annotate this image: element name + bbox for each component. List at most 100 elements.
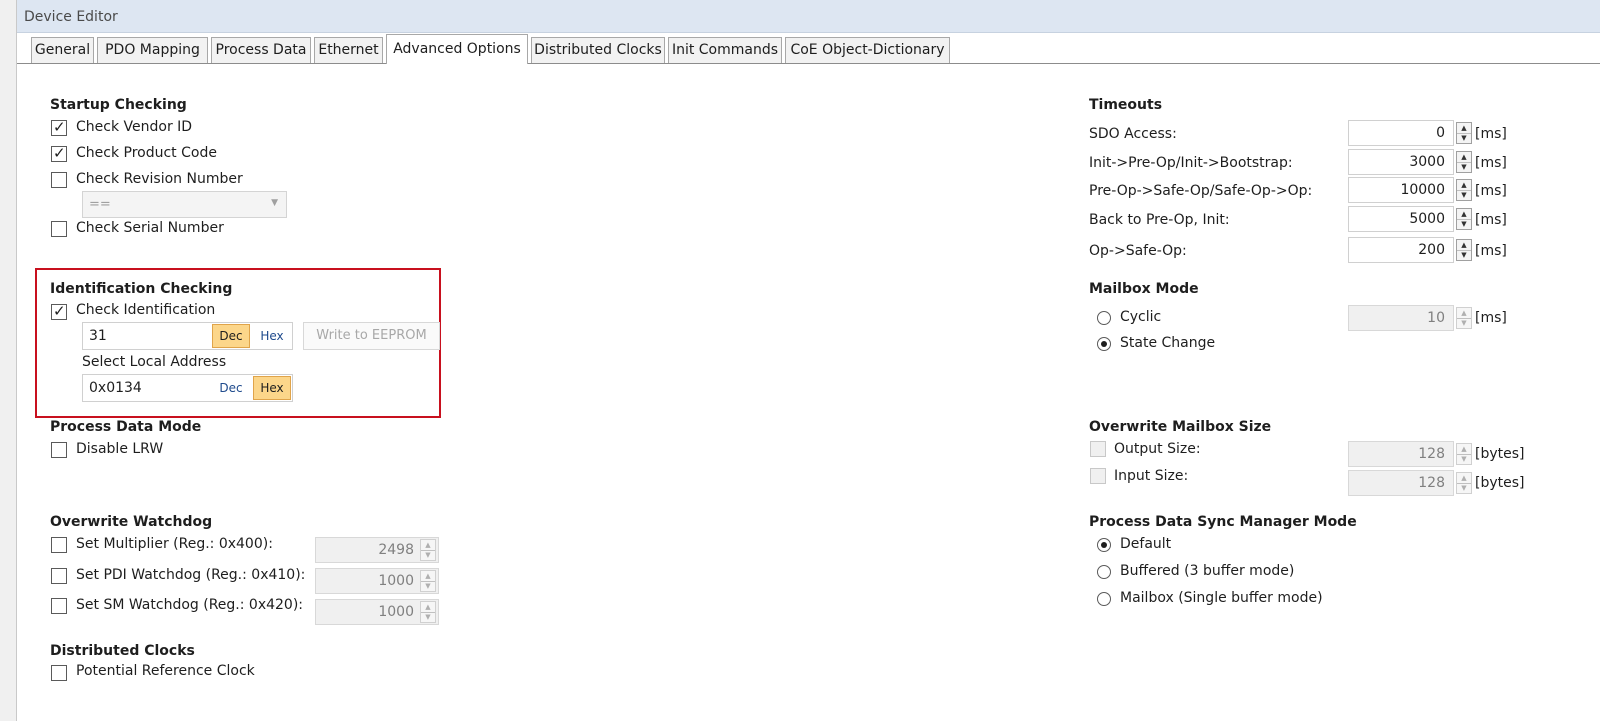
pdi-watchdog-spinner[interactable]: ▲ ▼ — [420, 570, 436, 592]
input-size-checkbox[interactable] — [1090, 468, 1106, 484]
check-product-code-label: Check Product Code — [76, 145, 217, 161]
revision-compare-select[interactable]: == ▼ — [82, 191, 287, 218]
radio-selected-dot — [1101, 341, 1107, 347]
spin-down-icon: ▼ — [1461, 163, 1467, 171]
cyclic-time-input[interactable]: 10 — [1348, 305, 1454, 331]
disable-lrw-label: Disable LRW — [76, 441, 164, 457]
spin-down-icon: ▼ — [1461, 251, 1467, 259]
spin-down-icon: ▼ — [425, 613, 431, 621]
identification-value-field[interactable]: 31 Dec Hex — [82, 322, 293, 350]
output-size-checkbox[interactable] — [1090, 441, 1106, 457]
spin-down-icon: ▼ — [1461, 455, 1467, 463]
preop-safeop-input[interactable]: 10000 — [1348, 177, 1454, 203]
back-preop-input[interactable]: 5000 — [1348, 206, 1454, 232]
tab-init-commands[interactable]: Init Commands — [668, 37, 782, 63]
tab-distributed-clocks[interactable]: Distributed Clocks — [531, 37, 665, 63]
radio-selected-dot — [1101, 542, 1107, 548]
tab-process-data[interactable]: Process Data — [211, 37, 311, 63]
write-to-eeprom-button[interactable]: Write to EEPROM — [303, 322, 440, 350]
check-revision-number-checkbox[interactable] — [51, 172, 67, 188]
multiplier-input[interactable]: 2498 ▲ ▼ — [315, 537, 439, 563]
spin-down-icon: ▼ — [1461, 191, 1467, 199]
preop-safeop-value: 10000 — [1400, 182, 1445, 198]
potential-reference-clock-checkbox[interactable] — [51, 665, 67, 681]
tab-pdo-mapping[interactable]: PDO Mapping — [97, 37, 208, 63]
check-vendor-id-checkbox[interactable]: ✓ — [51, 118, 67, 136]
spin-down-icon: ▼ — [1461, 220, 1467, 228]
disable-lrw-checkbox[interactable] — [51, 442, 67, 458]
startup-checking-header: Startup Checking — [50, 97, 187, 113]
local-address-value: 0x0134 — [89, 380, 142, 396]
set-pdi-watchdog-label: Set PDI Watchdog (Reg.: 0x410): — [76, 567, 306, 583]
back-preop-unit: [ms] — [1475, 212, 1507, 228]
back-preop-spinner[interactable]: ▲ ▼ — [1456, 208, 1472, 230]
hex-button[interactable]: Hex — [253, 376, 291, 400]
op-safeop-spinner[interactable]: ▲ ▼ — [1456, 239, 1472, 261]
op-safeop-value: 200 — [1418, 242, 1445, 258]
window-title: Device Editor — [24, 9, 118, 25]
buffered-label: Buffered (3 buffer mode) — [1120, 563, 1295, 579]
cyclic-label: Cyclic — [1120, 309, 1162, 325]
pdi-watchdog-input[interactable]: 1000 ▲ ▼ — [315, 568, 439, 594]
mailbox-single-buffer-radio[interactable] — [1097, 592, 1111, 606]
tab-ethernet[interactable]: Ethernet — [314, 37, 383, 63]
op-safeop-input[interactable]: 200 — [1348, 237, 1454, 263]
set-pdi-watchdog-checkbox[interactable] — [51, 568, 67, 584]
process-data-mode-header: Process Data Mode — [50, 419, 202, 435]
set-multiplier-checkbox[interactable] — [51, 537, 67, 553]
sdo-access-label: SDO Access: — [1089, 126, 1177, 142]
input-size-input[interactable]: 128 — [1348, 470, 1454, 496]
init-preop-unit: [ms] — [1475, 155, 1507, 171]
spin-down-icon: ▼ — [425, 551, 431, 559]
output-size-spinner[interactable]: ▲ ▼ — [1456, 443, 1472, 465]
left-splitter — [0, 0, 17, 721]
sdo-access-value: 0 — [1436, 125, 1445, 141]
overwrite-mailbox-size-header: Overwrite Mailbox Size — [1089, 419, 1272, 435]
mailbox-single-buffer-label: Mailbox (Single buffer mode) — [1120, 590, 1323, 606]
state-change-radio[interactable] — [1097, 337, 1111, 351]
init-preop-label: Init->Pre-Op/Init->Bootstrap: — [1089, 155, 1293, 171]
init-preop-input[interactable]: 3000 — [1348, 149, 1454, 175]
tab-general[interactable]: General — [31, 37, 94, 63]
set-sm-watchdog-checkbox[interactable] — [51, 598, 67, 614]
default-radio[interactable] — [1097, 538, 1111, 552]
identification-checking-header: Identification Checking — [50, 281, 233, 297]
op-safeop-unit: [ms] — [1475, 243, 1507, 259]
check-identification-checkbox[interactable]: ✓ — [51, 302, 67, 320]
cyclic-time-unit: [ms] — [1475, 310, 1507, 326]
tab-coe-object-dictionary[interactable]: CoE Object-Dictionary — [785, 37, 950, 63]
sdo-access-spinner[interactable]: ▲ ▼ — [1456, 122, 1472, 144]
init-preop-spinner[interactable]: ▲ ▼ — [1456, 151, 1472, 173]
buffered-radio[interactable] — [1097, 565, 1111, 579]
output-size-unit: [bytes] — [1475, 446, 1525, 462]
check-serial-number-checkbox[interactable] — [51, 221, 67, 237]
input-size-label: Input Size: — [1114, 468, 1189, 484]
multiplier-spinner[interactable]: ▲ ▼ — [420, 539, 436, 561]
sdo-access-input[interactable]: 0 — [1348, 120, 1454, 146]
mailbox-mode-header: Mailbox Mode — [1089, 281, 1199, 297]
output-size-input[interactable]: 128 — [1348, 441, 1454, 467]
tab-advanced-options[interactable]: Advanced Options — [386, 34, 528, 64]
input-size-spinner[interactable]: ▲ ▼ — [1456, 472, 1472, 494]
dec-button[interactable]: Dec — [212, 376, 250, 400]
output-size-value: 128 — [1418, 446, 1445, 462]
hex-button[interactable]: Hex — [253, 324, 291, 348]
spin-down-icon: ▼ — [1461, 134, 1467, 142]
distributed-clocks-header: Distributed Clocks — [50, 643, 195, 659]
cyclic-radio[interactable] — [1097, 311, 1111, 325]
spin-down-icon: ▼ — [1461, 319, 1467, 327]
cyclic-time-value: 10 — [1427, 310, 1445, 326]
cyclic-time-spinner[interactable]: ▲ ▼ — [1456, 307, 1472, 329]
checkmark-icon: ✓ — [53, 144, 66, 162]
dec-button[interactable]: Dec — [212, 324, 250, 348]
title-bar — [17, 0, 1600, 33]
sm-watchdog-spinner[interactable]: ▲ ▼ — [420, 601, 436, 623]
local-address-field[interactable]: 0x0134 Dec Hex — [82, 374, 293, 402]
check-product-code-checkbox[interactable]: ✓ — [51, 144, 67, 162]
set-sm-watchdog-label: Set SM Watchdog (Reg.: 0x420): — [76, 597, 304, 613]
preop-safeop-spinner[interactable]: ▲ ▼ — [1456, 179, 1472, 201]
sm-watchdog-input[interactable]: 1000 ▲ ▼ — [315, 599, 439, 625]
revision-compare-value: == — [89, 197, 111, 212]
select-local-address-label: Select Local Address — [82, 354, 227, 370]
checkmark-icon: ✓ — [53, 118, 66, 136]
